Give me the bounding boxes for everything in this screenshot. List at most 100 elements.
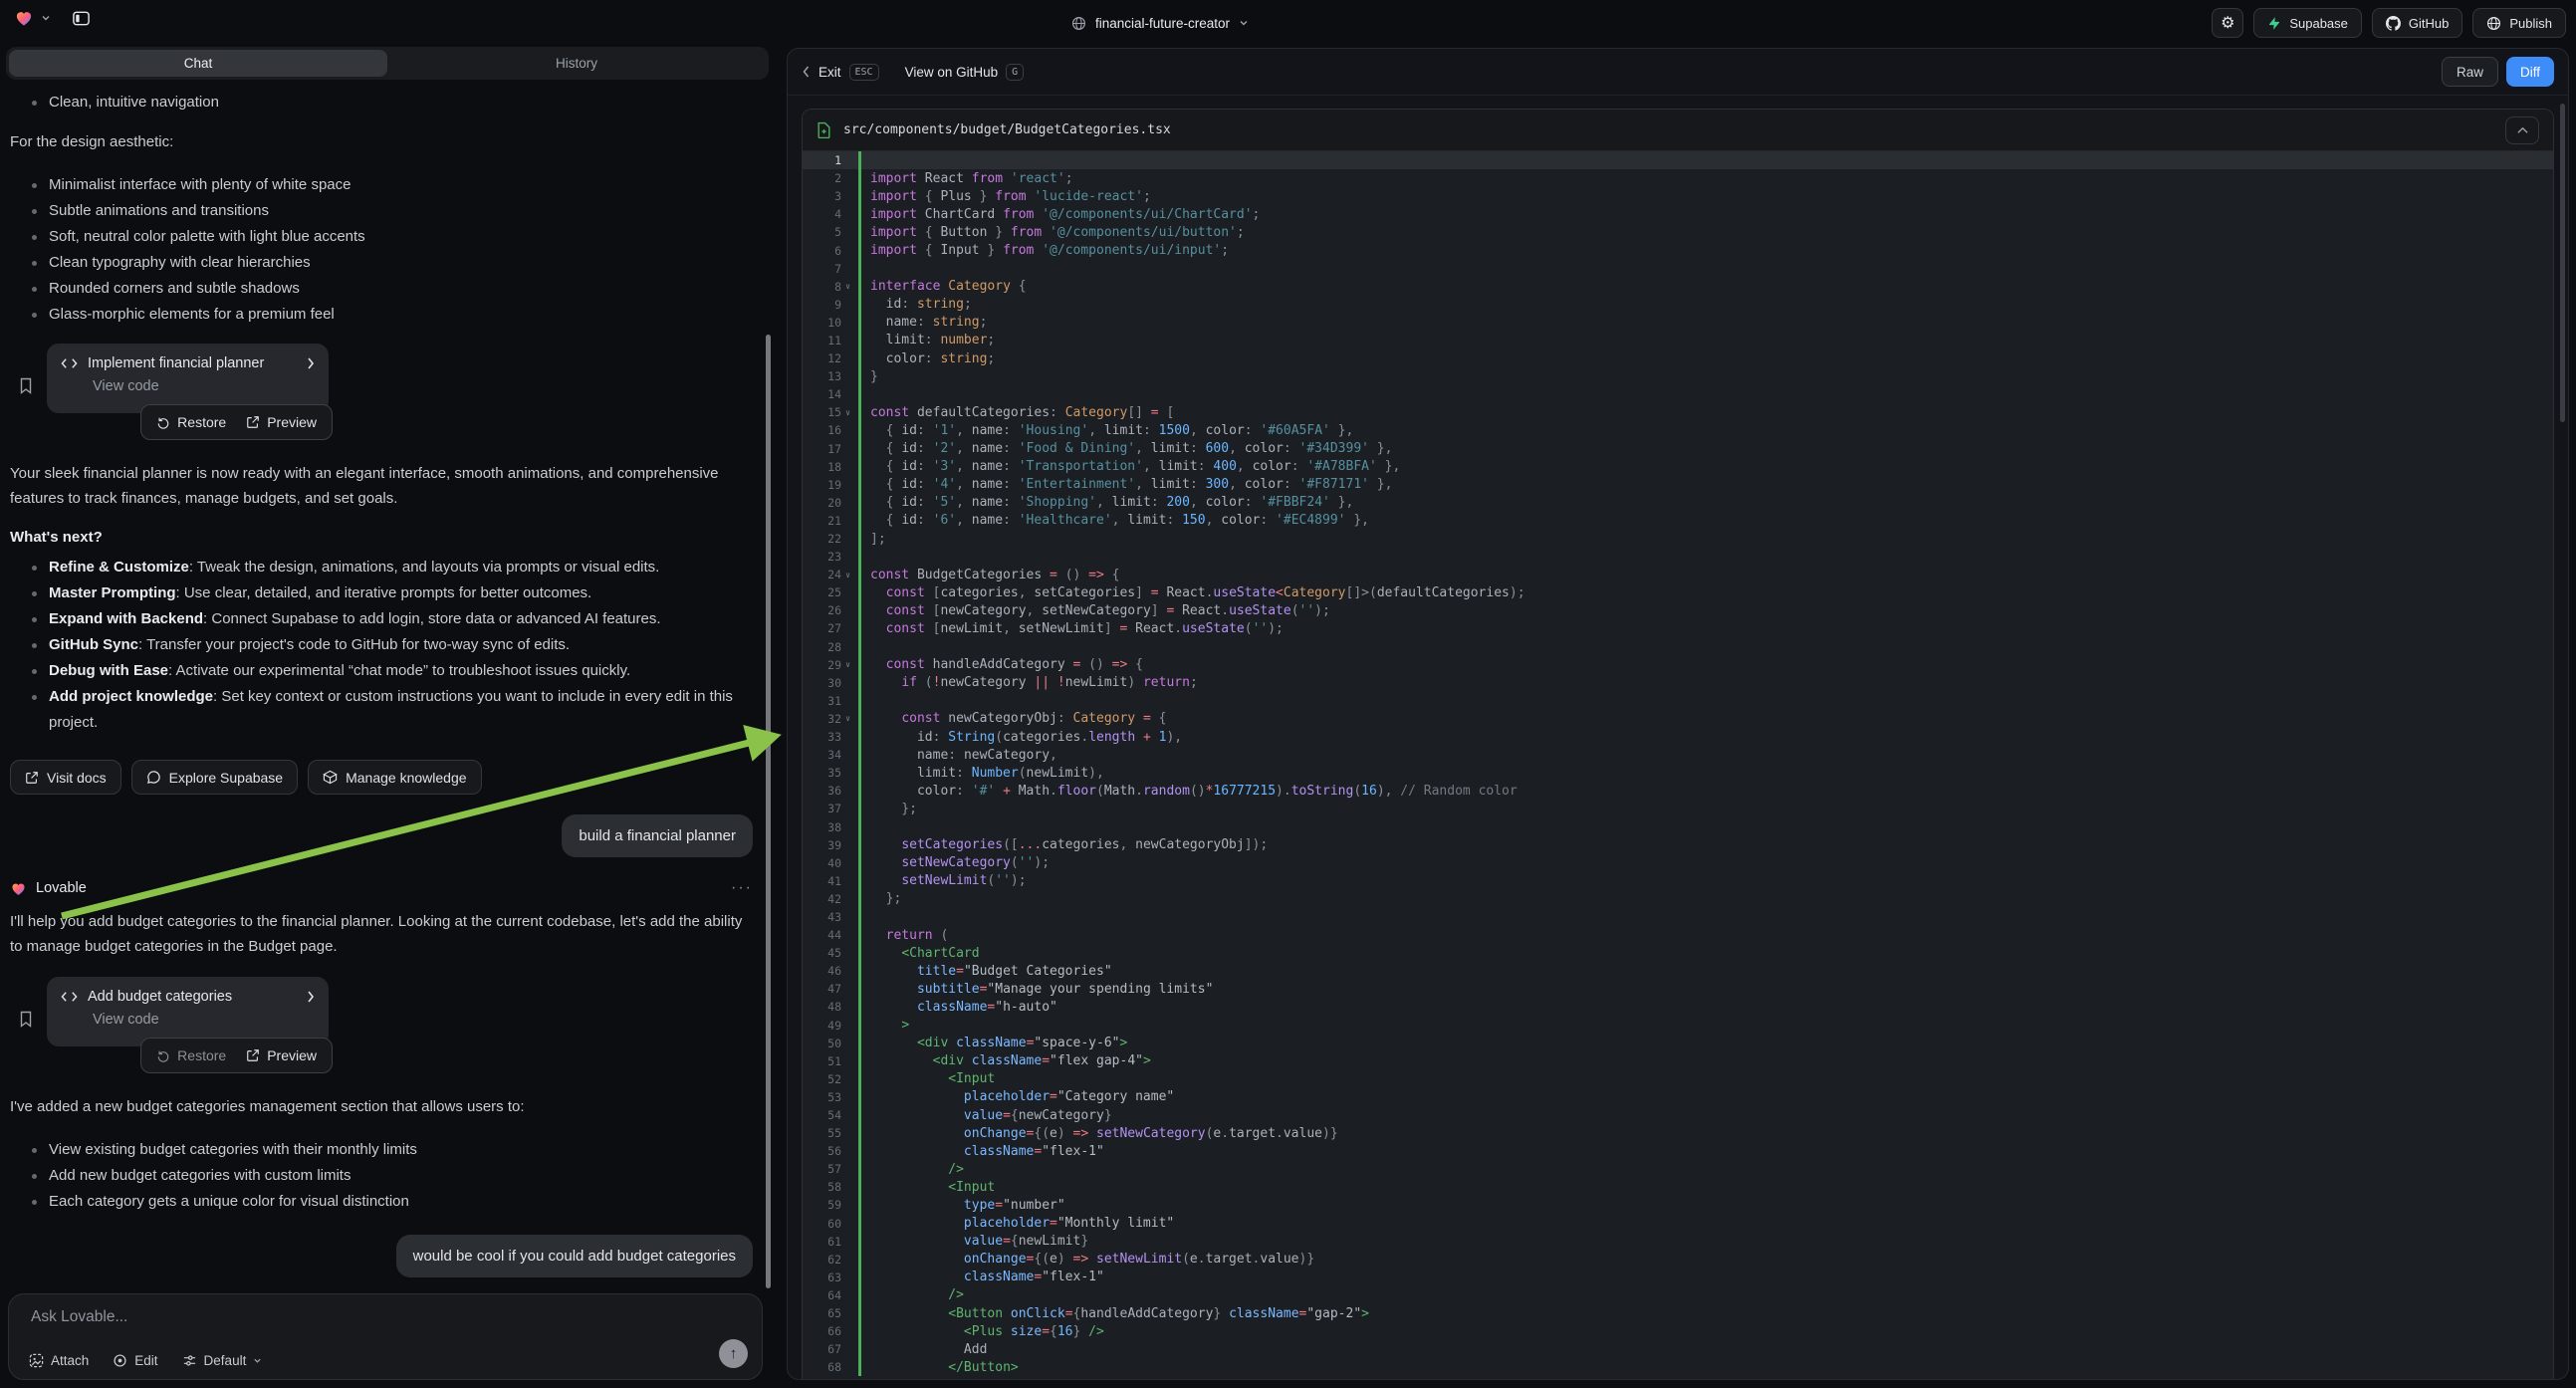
- line-gutter: 56: [803, 1144, 854, 1158]
- chip-manage-knowledge[interactable]: Manage knowledge: [308, 760, 481, 795]
- fold-chevron-icon[interactable]: ∨: [841, 714, 854, 723]
- line-gutter: 61: [803, 1235, 854, 1249]
- chevron-left-icon: [802, 66, 811, 78]
- code-text: placeholder="Category name": [861, 1089, 1174, 1104]
- code-text: const newCategoryObj: Category = {: [861, 711, 1166, 726]
- code-line: 53 placeholder="Category name": [803, 1088, 2553, 1106]
- line-number: 49: [827, 1019, 841, 1033]
- lovable-logo-icon[interactable]: [14, 8, 34, 28]
- line-gutter: 18: [803, 460, 854, 474]
- chevron-down-icon[interactable]: [41, 13, 51, 23]
- tab-history[interactable]: History: [387, 50, 766, 77]
- line-number: 41: [827, 874, 841, 888]
- code-line: 65 <Button onClick={handleAddCategory} c…: [803, 1304, 2553, 1322]
- code-panel: Exit ESC View on GitHub G Raw Diff src/c…: [787, 48, 2569, 1380]
- code-line: 56 className="flex-1": [803, 1142, 2553, 1160]
- line-number: 1: [834, 153, 841, 167]
- tab-chat[interactable]: Chat: [9, 50, 387, 77]
- line-number: 11: [827, 334, 841, 347]
- chip-visit-docs[interactable]: Visit docs: [10, 760, 121, 795]
- chip-label: Manage knowledge: [346, 770, 466, 786]
- chevron-right-icon: [307, 991, 315, 1003]
- line-gutter: 43: [803, 910, 854, 924]
- code-line: 58 <Input: [803, 1178, 2553, 1196]
- code-text: import { Plus } from 'lucide-react';: [861, 189, 1151, 204]
- line-gutter: 4: [803, 207, 854, 221]
- restore-button[interactable]: Restore: [156, 414, 226, 430]
- file-header[interactable]: src/components/budget/BudgetCategories.t…: [803, 110, 2553, 151]
- line-number: 66: [827, 1324, 841, 1338]
- raw-button[interactable]: Raw: [2442, 57, 2498, 87]
- line-gutter: 10: [803, 316, 854, 330]
- line-gutter: 26: [803, 603, 854, 617]
- code-text: const [categories, setCategories] = Reac…: [861, 585, 1525, 600]
- line-number: 59: [827, 1198, 841, 1212]
- diff-button[interactable]: Diff: [2506, 57, 2554, 87]
- preview-button[interactable]: Preview: [246, 1047, 317, 1063]
- line-gutter: 41: [803, 874, 854, 888]
- model-default-button[interactable]: Default: [182, 1353, 263, 1368]
- code-text: color: string;: [861, 351, 995, 366]
- line-number: 50: [827, 1037, 841, 1050]
- line-gutter: 9: [803, 298, 854, 312]
- line-number: 10: [827, 316, 841, 330]
- send-button[interactable]: ↑: [719, 1339, 748, 1368]
- code-line: 45 <ChartCard: [803, 944, 2553, 962]
- code-line: 30 if (!newCategory || !newLimit) return…: [803, 674, 2553, 692]
- view-code-link[interactable]: View code: [93, 1012, 315, 1028]
- supabase-button[interactable]: Supabase: [2253, 8, 2362, 38]
- code-line: 40 setNewCategory('');: [803, 854, 2553, 872]
- diff-added-bar: [858, 151, 861, 169]
- chat-bubble-icon: [146, 770, 161, 785]
- code-text: };: [861, 891, 901, 906]
- sidebar-toggle-icon[interactable]: [72, 9, 91, 28]
- fold-chevron-icon[interactable]: ∨: [841, 571, 854, 579]
- code-text: { id: '2', name: 'Food & Dining', limit:…: [861, 441, 1392, 456]
- code-scrollbar-thumb[interactable]: [2560, 104, 2565, 422]
- code-text: onChange={(e) => setNewLimit(e.target.va…: [861, 1252, 1314, 1267]
- view-on-github-button[interactable]: View on GitHub G: [905, 64, 1025, 81]
- fold-chevron-icon[interactable]: ∨: [841, 408, 854, 417]
- settings-button[interactable]: ⚙: [2212, 8, 2243, 38]
- fold-chevron-icon[interactable]: ∨: [841, 282, 854, 291]
- sliders-icon: [182, 1353, 197, 1368]
- attach-button[interactable]: Attach: [29, 1353, 89, 1368]
- exit-button[interactable]: Exit ESC: [802, 64, 879, 81]
- topbar-right: ⚙ Supabase GitHub Publish: [2212, 8, 2566, 38]
- edit-mode-button[interactable]: Edit: [113, 1353, 157, 1368]
- code-line: 1: [803, 151, 2553, 169]
- github-button[interactable]: GitHub: [2372, 8, 2462, 38]
- code-text: { id: '4', name: 'Entertainment', limit:…: [861, 477, 1392, 492]
- restore-button[interactable]: Restore: [156, 1047, 226, 1063]
- collapse-file-button[interactable]: [2505, 116, 2539, 144]
- line-number: 53: [827, 1090, 841, 1104]
- code-line: 31: [803, 692, 2553, 710]
- version-card[interactable]: Add budget categoriesView codeRestorePre…: [47, 977, 329, 1046]
- code-text: { id: '5', name: 'Shopping', limit: 200,…: [861, 495, 1353, 510]
- code-line: 18 { id: '3', name: 'Transportation', li…: [803, 458, 2553, 476]
- code-text: { id: '3', name: 'Transportation', limit…: [861, 459, 1400, 474]
- chip-explore-supabase[interactable]: Explore Supabase: [131, 760, 298, 795]
- code-line: 37 };: [803, 800, 2553, 817]
- list-item: GitHub Sync: Transfer your project's cod…: [10, 632, 753, 658]
- preview-button[interactable]: Preview: [246, 414, 317, 430]
- bookmark-icon[interactable]: [19, 992, 33, 1046]
- line-number: 46: [827, 964, 841, 978]
- fold-chevron-icon[interactable]: ∨: [841, 660, 854, 669]
- bookmark-icon[interactable]: [19, 358, 33, 413]
- view-code-link[interactable]: View code: [93, 378, 315, 394]
- publish-button[interactable]: Publish: [2472, 8, 2566, 38]
- line-gutter: 2: [803, 171, 854, 185]
- more-menu-icon[interactable]: ···: [731, 879, 753, 897]
- version-card[interactable]: Implement financial plannerView codeRest…: [47, 344, 329, 413]
- code-text: </Button>: [861, 1360, 1019, 1375]
- edit-label: Edit: [134, 1353, 157, 1368]
- project-switcher[interactable]: financial-future-creator: [1071, 0, 1249, 46]
- code-text: value={newLimit}: [861, 1234, 1088, 1249]
- line-gutter: 48: [803, 1000, 854, 1014]
- line-number: 24: [827, 568, 841, 581]
- ask-lovable-input[interactable]: [31, 1308, 702, 1326]
- chat-scrollbar-thumb[interactable]: [766, 335, 771, 1288]
- code-line: 46 title="Budget Categories": [803, 962, 2553, 980]
- line-gutter: 30: [803, 676, 854, 690]
